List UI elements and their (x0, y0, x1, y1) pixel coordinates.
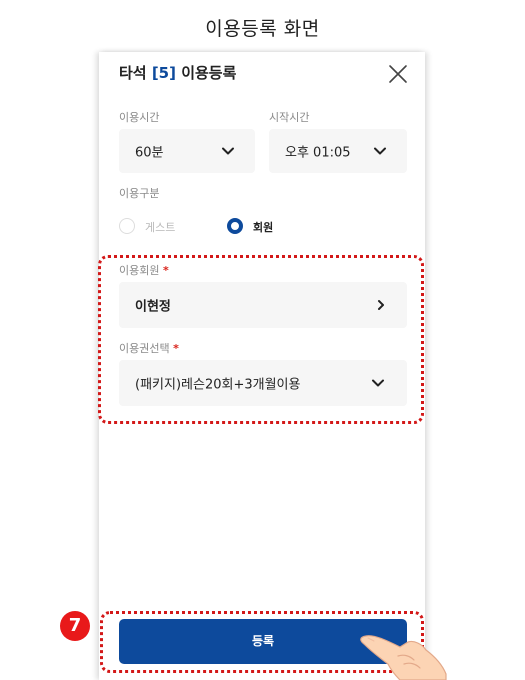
start-time-label: 시작시간 (269, 111, 310, 124)
radio-member-label: 회원 (253, 221, 274, 234)
pointing-hand-icon (360, 635, 447, 680)
start-time-select[interactable]: 오후 01:05 (269, 129, 407, 173)
title-suffix: 이용등록 (175, 64, 237, 82)
usage-time-label: 이용시간 (119, 111, 160, 124)
close-icon[interactable] (388, 64, 408, 84)
usage-type-label: 이용구분 (119, 187, 160, 200)
chevron-down-icon (222, 147, 234, 155)
bay-number: [5] (151, 64, 176, 82)
page-caption: 이용등록 화면 (205, 18, 320, 40)
radio-guest-label: 게스트 (145, 221, 176, 234)
title-prefix: 타석 (119, 64, 152, 82)
usage-time-value: 60분 (135, 145, 164, 161)
step-badge: 7 (60, 611, 90, 641)
modal-title: 타석 [5] 이용등록 (119, 62, 236, 83)
radio-circle-selected (227, 218, 243, 234)
start-time-value: 오후 01:05 (285, 145, 351, 161)
radio-circle (119, 218, 135, 234)
chevron-down-icon (374, 147, 386, 155)
member-pass-highlight (98, 255, 424, 424)
usage-time-select[interactable]: 60분 (119, 129, 255, 173)
